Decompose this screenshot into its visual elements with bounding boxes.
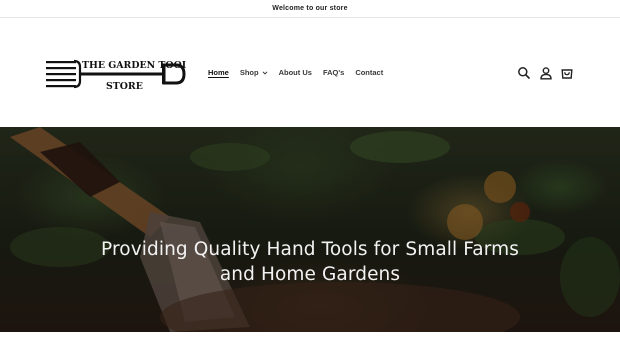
site-header: THE GARDEN TOOL STORE Home Shop About Us…	[0, 18, 620, 127]
hero-overlay	[0, 127, 620, 332]
nav-home-label: Home	[208, 68, 229, 77]
logo-line1: THE GARDEN TOOL	[82, 60, 186, 71]
hero-heading: Providing Quality Hand Tools for Small F…	[101, 239, 519, 285]
main-nav: Home Shop About Us FAQ's Contact	[208, 68, 394, 77]
header-icons	[517, 66, 582, 80]
nav-faqs-label: FAQ's	[322, 68, 345, 77]
logo-fork-icon: THE GARDEN TOOL STORE	[46, 59, 186, 92]
page-bottom-strip	[0, 332, 620, 343]
account-icon[interactable]	[539, 66, 553, 80]
cart-icon[interactable]	[560, 66, 574, 80]
nav-about-us[interactable]: About Us	[279, 68, 312, 77]
nav-about-us-label: About Us	[278, 68, 312, 77]
search-icon[interactable]	[517, 66, 531, 80]
nav-contact-label: Contact	[355, 68, 384, 77]
nav-shop-label: Shop	[239, 68, 259, 77]
store-logo[interactable]: THE GARDEN TOOL STORE	[44, 56, 186, 92]
hero-banner: Providing Quality Hand Tools for Small F…	[0, 127, 620, 332]
chevron-down-icon	[262, 70, 268, 75]
nav-faqs[interactable]: FAQ's	[323, 68, 344, 77]
nav-shop[interactable]: Shop	[240, 68, 268, 77]
nav-home[interactable]: Home	[208, 68, 229, 77]
announcement-bar: Welcome to our store	[0, 0, 620, 18]
logo-line2: STORE	[106, 81, 143, 92]
nav-contact[interactable]: Contact	[355, 68, 383, 77]
announcement-text: Welcome to our store	[272, 5, 348, 12]
